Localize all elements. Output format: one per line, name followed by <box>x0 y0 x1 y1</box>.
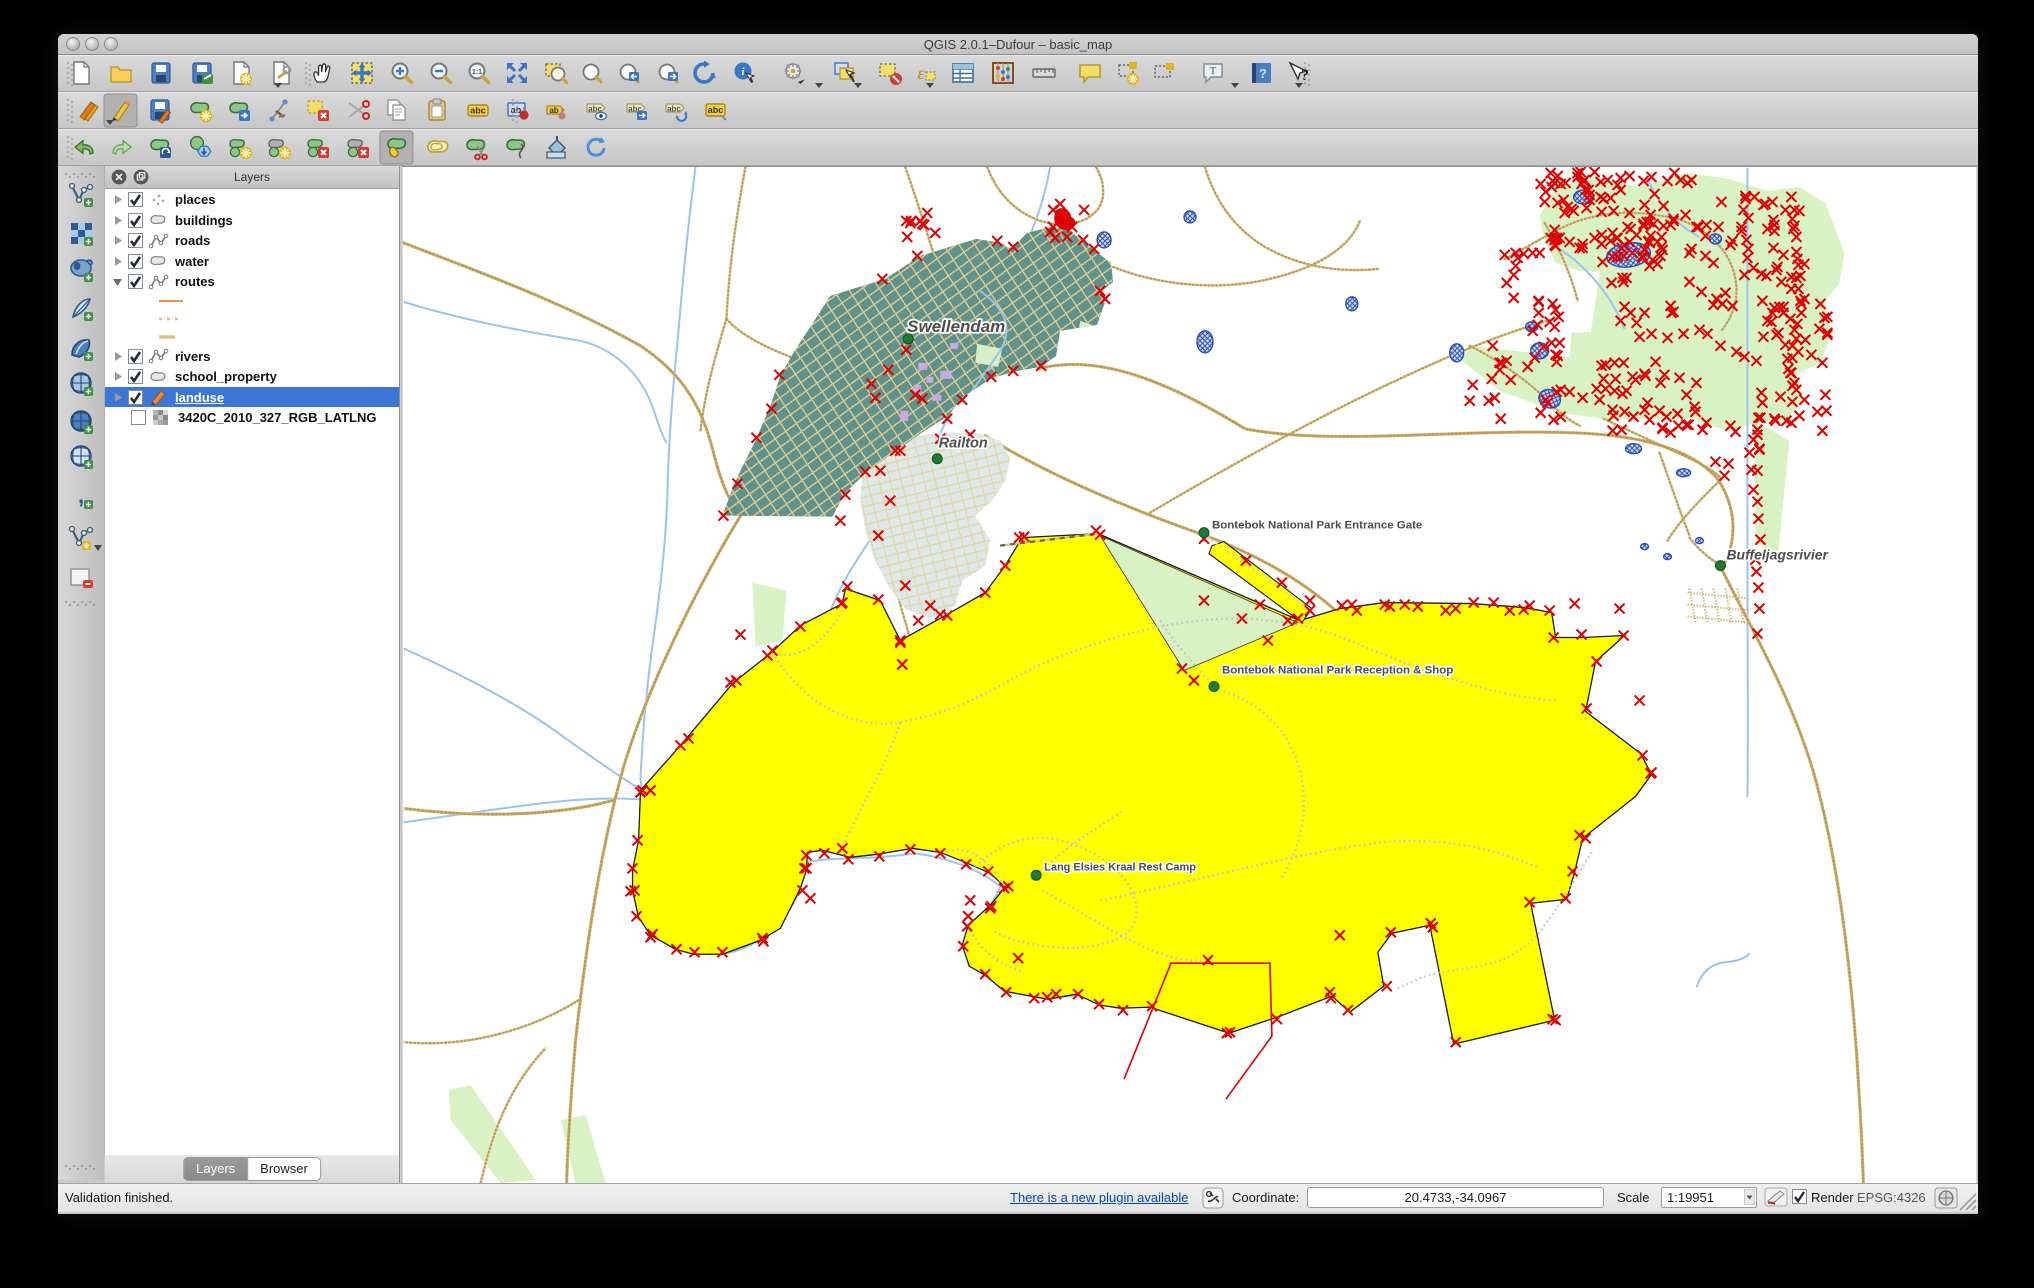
svg-text:Buffeljagsrivier: Buffeljagsrivier <box>1726 547 1829 563</box>
svg-text:,: , <box>78 483 84 508</box>
svg-text:Bontebok National Park Recepti: Bontebok National Park Reception & Shop <box>1222 665 1453 677</box>
svg-text:Bontebok National Park Entranc: Bontebok National Park Entrance Gate <box>1212 520 1422 532</box>
svg-text:Lang Elsies Kraal Rest Camp: Lang Elsies Kraal Rest Camp <box>1044 861 1196 873</box>
svg-text:Railton: Railton <box>939 436 988 452</box>
svg-text:Swellendam: Swellendam <box>907 317 1005 336</box>
